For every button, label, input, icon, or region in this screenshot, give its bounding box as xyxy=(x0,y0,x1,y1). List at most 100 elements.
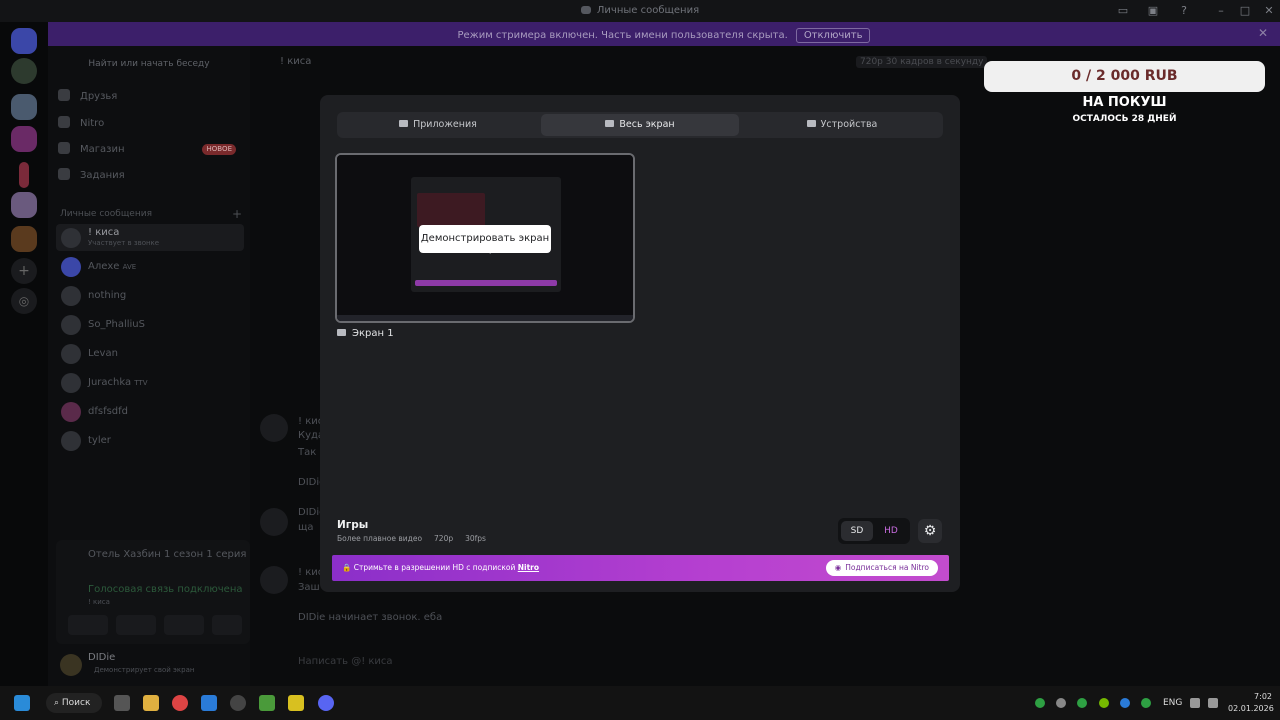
create-dm-icon[interactable]: + xyxy=(232,207,242,221)
chat-bubble-icon xyxy=(580,6,591,14)
tab-devices[interactable]: Устройства xyxy=(743,114,941,136)
banner-close-icon[interactable]: ✕ xyxy=(1258,26,1268,40)
file-explorer-icon[interactable] xyxy=(143,695,159,711)
server-icon[interactable] xyxy=(19,162,29,188)
dm-item[interactable]: tyler xyxy=(56,427,244,454)
soundboard-button[interactable] xyxy=(212,615,242,635)
app-icon[interactable] xyxy=(288,695,304,711)
banner-text: Режим стримера включен. Часть имени поль… xyxy=(457,30,788,41)
monitor-icon xyxy=(337,329,346,336)
avatar xyxy=(61,402,81,422)
tray-icon[interactable] xyxy=(1077,698,1087,708)
nav-friends[interactable]: Друзья xyxy=(58,86,244,108)
lock-icon: 🔒 xyxy=(342,563,352,572)
new-badge: НОВОЕ xyxy=(202,144,236,155)
quality-toggle: SD HD xyxy=(838,518,910,544)
monitor-icon[interactable]: ▣ xyxy=(1145,3,1161,19)
quests-icon xyxy=(58,168,70,180)
task-view-icon[interactable] xyxy=(114,695,130,711)
obs-icon[interactable] xyxy=(230,695,246,711)
source-tabs: Приложения Весь экран Устройства xyxy=(337,112,943,138)
tab-entire-screen[interactable]: Весь экран xyxy=(541,114,739,136)
maximize-icon[interactable]: □ xyxy=(1237,3,1253,19)
nav-nitro[interactable]: Nitro xyxy=(58,113,244,135)
username: DIDie xyxy=(88,652,116,663)
user-status: Демонстрирует свой экран xyxy=(94,666,195,674)
server-icon[interactable] xyxy=(11,126,37,152)
dm-item[interactable]: So_PhalliuS xyxy=(56,311,244,338)
screen-share-button[interactable] xyxy=(116,615,156,635)
language-indicator[interactable]: ENG xyxy=(1163,698,1182,708)
app-window-icon xyxy=(399,120,409,127)
windows-start-icon[interactable] xyxy=(14,695,30,711)
avatar[interactable] xyxy=(60,654,82,676)
server-rail: + ◎ xyxy=(0,22,48,686)
nvidia-icon[interactable] xyxy=(1099,698,1109,708)
disable-streamer-mode-button[interactable]: Отключить xyxy=(795,28,871,43)
avatar xyxy=(260,508,288,536)
bluetooth-icon[interactable] xyxy=(1120,698,1130,708)
message-text: ща xyxy=(298,522,314,533)
nav-quests[interactable]: Задания xyxy=(58,165,244,187)
chat-title: ! киса xyxy=(280,56,312,67)
tab-applications[interactable]: Приложения xyxy=(339,114,537,136)
quality-sd-button[interactable]: SD xyxy=(841,521,873,541)
close-icon[interactable]: ✕ xyxy=(1261,3,1277,19)
search-input[interactable]: Найти или начать беседу xyxy=(56,54,242,74)
friends-icon xyxy=(58,89,70,101)
avatar xyxy=(61,315,81,335)
share-screen-button[interactable]: Демонстрировать экран xyxy=(419,225,551,253)
title-bar: Личные сообщения ▭ ▣ ? – □ ✕ xyxy=(0,0,1280,22)
discord-home-icon[interactable] xyxy=(11,28,37,54)
message-input[interactable]: Написать @! киса xyxy=(298,656,393,667)
dm-item[interactable]: Levan xyxy=(56,340,244,367)
snipping-tool-icon[interactable] xyxy=(201,695,217,711)
minimize-icon[interactable]: – xyxy=(1213,3,1229,19)
stream-quality-badge: 720p 30 кадров в секунду xyxy=(856,56,988,68)
preset-title: Игры xyxy=(337,519,369,531)
activities-button[interactable] xyxy=(164,615,204,635)
minecraft-icon[interactable] xyxy=(259,695,275,711)
quality-hd-button[interactable]: HD xyxy=(875,521,907,541)
avatar xyxy=(260,414,288,442)
avatar xyxy=(61,286,81,306)
server-icon[interactable] xyxy=(11,58,37,84)
avatar xyxy=(61,373,81,393)
window-title: Личные сообщения xyxy=(596,5,700,16)
network-icon[interactable] xyxy=(1190,698,1200,708)
nitro-link[interactable]: Nitro xyxy=(518,563,539,572)
help-icon[interactable]: ? xyxy=(1176,3,1192,19)
taskbar-search[interactable]: ⌕ Поиск xyxy=(46,693,102,713)
server-icon[interactable] xyxy=(11,94,37,120)
nav-shop[interactable]: Магазин НОВОЕ xyxy=(58,139,244,161)
inbox-icon[interactable]: ▭ xyxy=(1115,3,1131,19)
dm-item[interactable]: Jurachka TTV xyxy=(56,369,244,396)
streamer-mode-banner: Режим стримера включен. Часть имени поль… xyxy=(48,22,1280,46)
avatar xyxy=(61,257,81,277)
tray-icon[interactable] xyxy=(1035,698,1045,708)
chrome-icon[interactable] xyxy=(172,695,188,711)
dm-item[interactable]: dfsfsdfd xyxy=(56,398,244,425)
add-server-icon[interactable]: + xyxy=(11,258,37,284)
tray-icon[interactable] xyxy=(1056,698,1066,708)
volume-icon[interactable] xyxy=(1208,698,1218,708)
compass-icon[interactable]: ◎ xyxy=(11,288,37,314)
screen-share-modal: Приложения Весь экран Устройства Демонст… xyxy=(320,95,960,592)
server-icon[interactable] xyxy=(11,226,37,252)
camera-button[interactable] xyxy=(68,615,108,635)
screen-preview[interactable]: Демонстрировать экран xyxy=(335,153,635,323)
microphone-icon[interactable] xyxy=(1141,698,1151,708)
dm-item[interactable]: ! киса Участвует в звонке xyxy=(56,224,244,251)
dm-item[interactable]: Алехе AVE xyxy=(56,253,244,280)
screen-label: Экран 1 xyxy=(337,328,394,339)
discord-icon[interactable] xyxy=(318,695,334,711)
server-icon[interactable] xyxy=(11,192,37,218)
camera-icon xyxy=(806,120,816,127)
settings-gear-icon[interactable]: ⚙ xyxy=(918,519,942,543)
goal-days: ОСТАЛОСЬ 28 ДНЕЙ xyxy=(1072,114,1177,124)
subscribe-nitro-button[interactable]: ◉ Подписаться на Nitro xyxy=(825,560,938,576)
dm-item[interactable]: nothing xyxy=(56,282,244,309)
clock[interactable]: 7:02 02.01.2026 xyxy=(1228,691,1274,715)
avatar xyxy=(61,228,81,248)
avatar xyxy=(61,344,81,364)
